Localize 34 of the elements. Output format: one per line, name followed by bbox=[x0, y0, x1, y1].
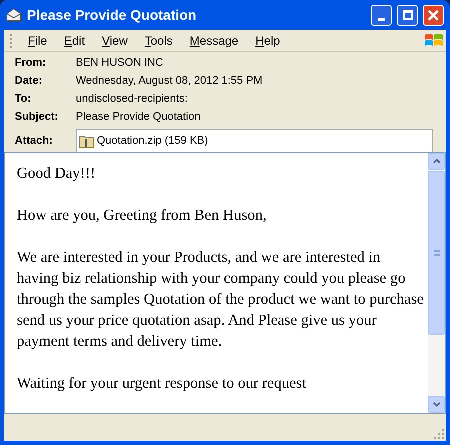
minimize-button[interactable] bbox=[371, 4, 392, 26]
menu-item[interactable]: View bbox=[94, 30, 136, 50]
scroll-down-button[interactable] bbox=[428, 396, 445, 413]
caret-up-icon bbox=[432, 159, 440, 164]
scroll-thumb[interactable] bbox=[428, 171, 445, 335]
caret-down-icon bbox=[432, 402, 440, 407]
message-paragraph: We are interested in your Products, and we are interested in having biz relationship with your company could you please go through the samples Quotation of the product we want to purchase send us your price quotation asap. And Please give us your payment terms and delivery time. bbox=[17, 248, 424, 352]
menu-item[interactable]: Help bbox=[248, 30, 288, 50]
menu-item[interactable]: Message bbox=[182, 30, 247, 50]
window-title: Please Provide Quotation bbox=[27, 6, 198, 25]
resize-grip-icon[interactable] bbox=[434, 429, 444, 439]
close-button[interactable] bbox=[423, 4, 444, 26]
message-paragraph: How are you, Greeting from Ben Huson, bbox=[17, 206, 268, 226]
field-value: undisclosed-recipients: bbox=[76, 92, 188, 106]
scrollbar[interactable] bbox=[428, 153, 445, 413]
field-label: Attach: bbox=[15, 134, 54, 148]
attachment-link[interactable]: Quotation.zip (159 KB) bbox=[97, 134, 208, 148]
menu-item[interactable]: Tools bbox=[136, 30, 181, 50]
menu-item[interactable]: Edit bbox=[56, 30, 94, 50]
field-label: To: bbox=[15, 92, 32, 106]
maximize-button[interactable] bbox=[397, 4, 418, 26]
message-paragraph: Good Day!!! bbox=[17, 164, 97, 184]
field-label: From: bbox=[15, 56, 48, 70]
field-value: BEN HUSON INC bbox=[76, 56, 164, 70]
message-paragraph: Waiting for your urgent response to our request bbox=[17, 374, 308, 394]
zip-folder-icon bbox=[79, 134, 95, 148]
close-icon bbox=[428, 10, 439, 20]
envelope-icon bbox=[6, 8, 22, 22]
scroll-up-button[interactable] bbox=[428, 153, 445, 170]
field-label: Date: bbox=[15, 74, 44, 88]
menu-item[interactable]: File bbox=[20, 30, 56, 50]
field-value: Please Provide Quotation bbox=[76, 110, 201, 124]
field-value: Wednesday, August 08, 2012 1:55 PM bbox=[76, 74, 263, 88]
field-label: Subject: bbox=[15, 110, 60, 124]
